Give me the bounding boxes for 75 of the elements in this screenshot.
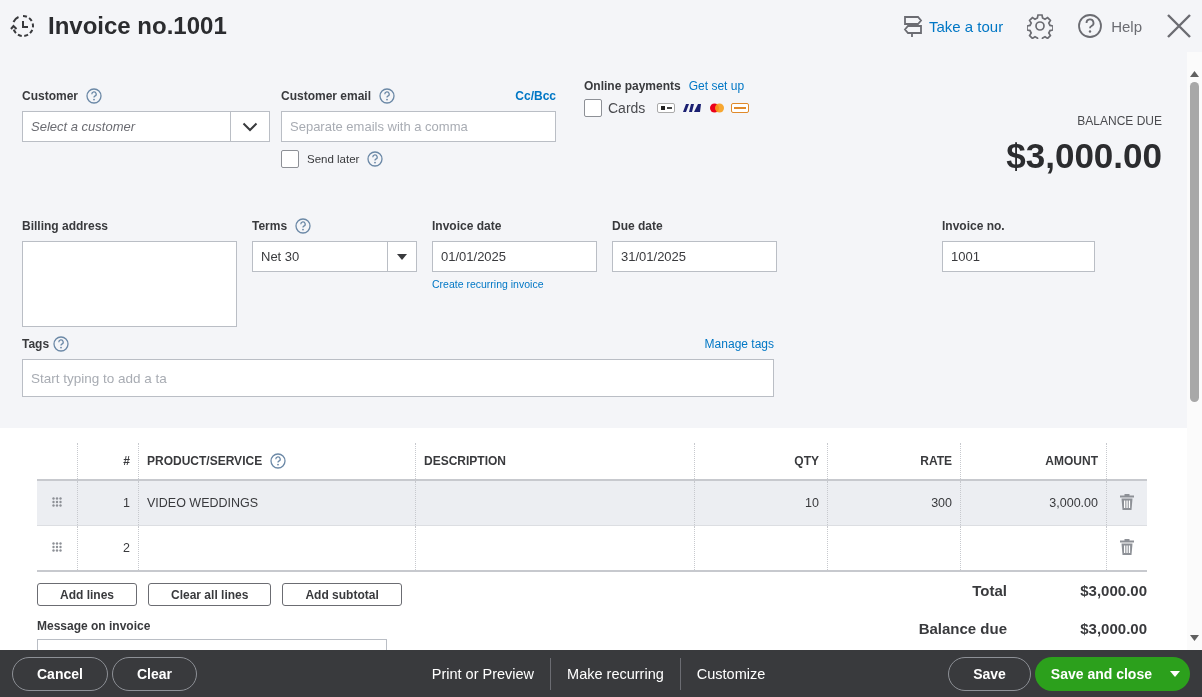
help-icon: [1077, 13, 1104, 39]
date-field[interactable]: 31/01/2025: [612, 241, 777, 272]
footer-link[interactable]: Customize: [680, 665, 782, 682]
field-label: Message on invoice: [37, 619, 152, 633]
email-field[interactable]: Separate emails with a comma: [281, 111, 556, 142]
card-icon: [657, 103, 676, 113]
settings-icon[interactable]: [1027, 13, 1054, 39]
card-icon: [681, 103, 704, 113]
help-link[interactable]: Help: [1077, 13, 1142, 39]
checkbox-label: Cards: [608, 100, 646, 116]
history-icon: [10, 13, 36, 39]
table-cell: 3,000.00: [1049, 496, 1098, 510]
table-cell: 1: [123, 496, 130, 510]
balance-label: BALANCE DUE: [1076, 114, 1162, 128]
checkbox[interactable]: [281, 150, 299, 168]
caret-down-icon: [1170, 670, 1180, 677]
total-value: $3,000.00: [1080, 582, 1147, 599]
chevron-down-icon: [242, 121, 258, 132]
manage-tags-link[interactable]: Manage tags: [704, 337, 774, 351]
recurring-link[interactable]: Create recurring invoice: [432, 278, 597, 290]
field-label: Customer: [22, 89, 78, 103]
trash-icon[interactable]: [1120, 493, 1134, 510]
field-label: Tags: [22, 337, 50, 351]
setup-link[interactable]: Get set up: [688, 79, 745, 93]
table-row[interactable]: 2: [37, 525, 1147, 571]
help-icon[interactable]: [270, 453, 287, 469]
table-cell: 2: [123, 541, 130, 555]
total-value: $3,000.00: [1080, 620, 1147, 637]
field-label: Invoice no.: [942, 219, 1005, 233]
field-label: Invoice date: [432, 219, 502, 233]
window-title: Invoice no.1001: [48, 12, 227, 40]
line-button[interactable]: Clear all lines: [148, 583, 272, 606]
field-label: Online payments: [584, 79, 681, 93]
trash-icon[interactable]: [1120, 538, 1134, 555]
help-icon[interactable]: [367, 151, 384, 167]
field-label: Terms: [252, 219, 288, 233]
close-icon[interactable]: [1166, 13, 1192, 39]
help-icon[interactable]: [86, 88, 102, 104]
table-cell: VIDEO WEDDINGS: [147, 496, 259, 510]
card-icon: [709, 103, 726, 113]
checkbox[interactable]: [584, 99, 602, 117]
date-field[interactable]: 01/01/2025: [432, 241, 597, 272]
footer-link[interactable]: Make recurring: [551, 665, 680, 682]
table-cell: 300: [931, 496, 952, 510]
line-button[interactable]: Add subtotal: [282, 583, 402, 606]
checkbox-label: Send later: [307, 153, 360, 165]
customer-dropdown[interactable]: Select a customer: [22, 111, 270, 142]
scroll-down-icon: [1189, 634, 1200, 642]
scroll-up-icon: [1189, 70, 1200, 78]
invoice-number-field[interactable]: 1001: [942, 241, 1095, 272]
help-icon[interactable]: [53, 336, 70, 352]
scrollbar[interactable]: [1187, 52, 1202, 650]
column-header: PRODUCT/SERVICE: [147, 454, 263, 468]
terms-dropdown[interactable]: Net 30: [252, 241, 417, 272]
table-row[interactable]: 1 VIDEO WEDDINGS 10 300 3,000.00: [37, 480, 1147, 526]
drag-handle-icon[interactable]: [52, 542, 62, 552]
address-field[interactable]: [22, 241, 237, 327]
field-label: Due date: [612, 219, 663, 233]
footer-link[interactable]: Print or Preview: [415, 665, 551, 682]
balance-amount: $3,000.00: [1005, 136, 1162, 176]
cc-bcc-link[interactable]: Cc/Bcc: [515, 89, 556, 103]
field-label: Customer email: [281, 89, 372, 103]
tags-field[interactable]: Start typing to add a ta: [22, 359, 774, 397]
field-label: Billing address: [22, 219, 109, 233]
total-label: Total: [971, 582, 1007, 599]
drag-handle-icon[interactable]: [52, 497, 62, 507]
card-icon: [731, 103, 750, 113]
caret-down-icon: [397, 253, 407, 260]
help-icon[interactable]: [379, 88, 396, 104]
tour-link[interactable]: Take a tour: [900, 14, 1004, 38]
line-button[interactable]: Add lines: [37, 583, 137, 606]
total-label: Balance due: [917, 620, 1007, 637]
table-cell: 10: [805, 496, 819, 510]
scroll-thumb[interactable]: [1190, 82, 1199, 402]
help-icon[interactable]: [295, 218, 312, 234]
